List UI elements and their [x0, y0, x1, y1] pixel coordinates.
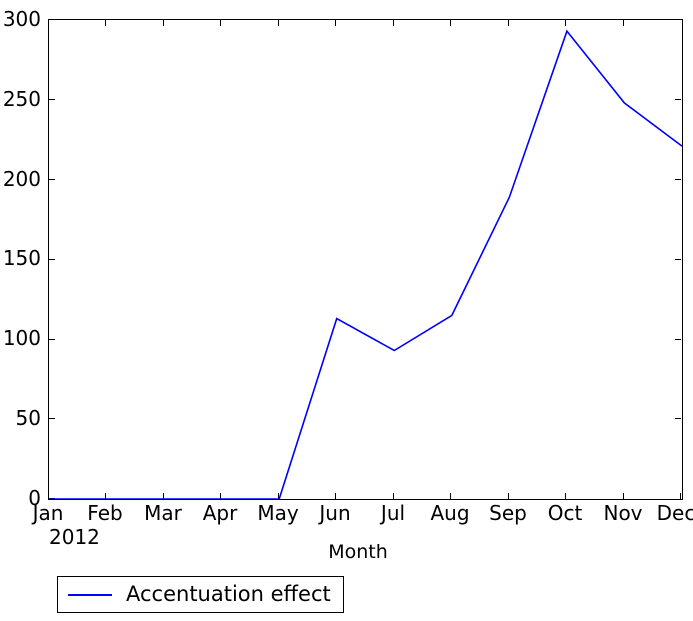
x-axis-title: Month [0, 541, 693, 563]
legend: Accentuation effect [57, 576, 344, 613]
x-tick-label: Jul [380, 501, 406, 525]
y-tick-label: 50 [15, 406, 41, 430]
x-tick-label: Jun [319, 501, 351, 525]
x-axis-title-text: Month [328, 541, 388, 563]
x-tick-label: May [257, 501, 299, 525]
x-tick-label: Oct [547, 501, 583, 525]
y-tick-label: 150 [2, 246, 41, 270]
x-tick-label: Jan [32, 501, 64, 525]
chart-figure: 300 250 200 150 100 50 0 Jan Feb Mar Apr… [0, 0, 693, 621]
y-axis-tick-labels: 300 250 200 150 100 50 0 [0, 0, 41, 621]
x-tick-label: Nov [603, 501, 643, 525]
series-line-accentuation-effect [49, 29, 682, 499]
x-tick-label: Feb [87, 501, 123, 525]
x-tick-label: Dec [656, 501, 693, 525]
chart-line-svg [49, 29, 682, 499]
legend-entry-label: Accentuation effect [126, 582, 331, 606]
y-tick-label: 100 [2, 326, 41, 350]
legend-line-swatch [68, 593, 112, 596]
y-tick-label: 250 [2, 87, 41, 111]
x-tick-label: Apr [202, 501, 238, 525]
y-tick-label: 200 [2, 167, 41, 191]
x-tick-label: Sep [489, 501, 527, 525]
y-tick-label: 300 [2, 7, 41, 31]
x-tick-label: Aug [430, 501, 470, 525]
x-tick-label: Mar [144, 501, 182, 525]
plot-area [48, 19, 683, 500]
